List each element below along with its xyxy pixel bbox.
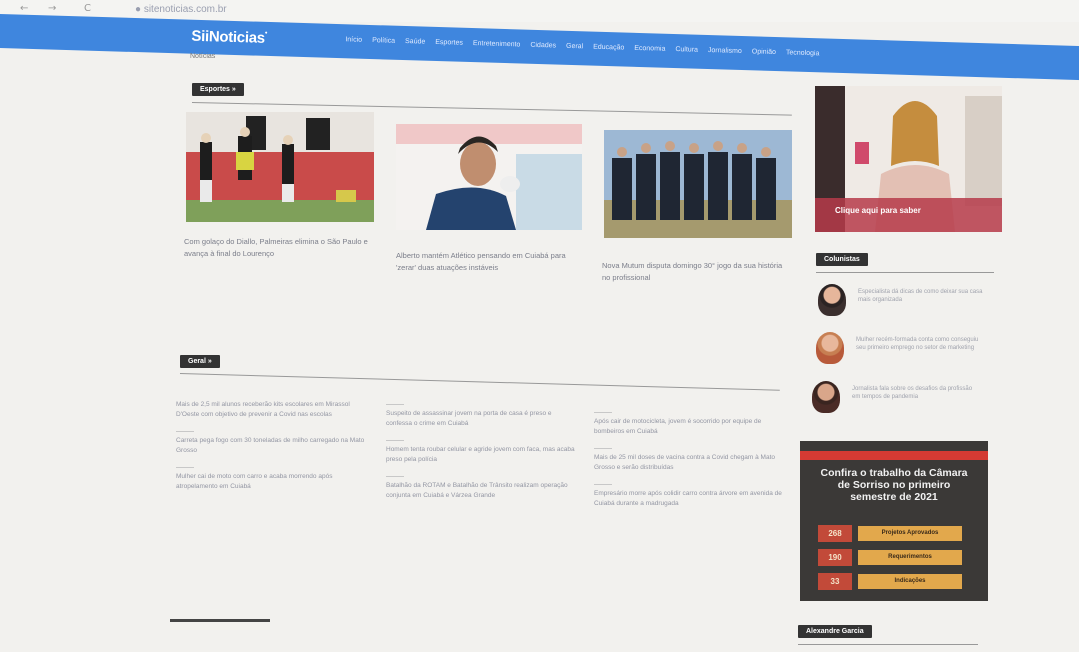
columnist-headline[interactable]: Especialista dá dicas de como deixar sua… [858,288,986,304]
news-photo-palmeiras[interactable] [186,112,374,222]
ad-caption[interactable]: Clique aqui para saber [835,206,921,215]
news-headline[interactable]: Empresário morre após colidir carro cont… [594,489,784,508]
list-item[interactable]: Homem tenta roubar celular e agride jove… [386,440,576,464]
menu-item[interactable]: Geral [566,43,583,51]
date-line [386,476,404,477]
section-bottom-bar [170,619,270,622]
list-item[interactable]: Suspeito de assassinar jovem na porta de… [386,404,576,428]
date-line [176,467,194,468]
logo-mark: • [264,29,268,37]
promo-row: 33 Indicações [818,573,968,590]
site-logo[interactable]: SiiNoticias• [191,28,267,47]
promo-accent-band [800,451,988,460]
section-divider [798,644,978,645]
news-headline[interactable]: Alberto mantém Atlético pensando em Cuia… [396,250,576,274]
reload-icon[interactable]: C [84,3,91,14]
date-line [386,404,404,405]
logo-text: SiiNoticias [191,27,266,47]
promo-count: 268 [818,525,852,542]
menu-item[interactable]: Jornalismo [708,47,742,55]
news-headline[interactable]: Mais de 25 mil doses de vacina contra a … [594,453,784,472]
news-headline[interactable]: Nova Mutum disputa domingo 30° jogo da s… [602,260,788,284]
columnist-headline[interactable]: Jornalista fala sobre os desafios da pro… [852,385,980,401]
news-photo-team[interactable] [604,130,792,238]
avatar [812,381,840,413]
section-divider [179,373,780,391]
avatar [816,332,844,364]
columnist-headline[interactable]: Mulher recém-formada conta como consegui… [856,336,984,352]
list-item[interactable]: Mais de 2,5 mil alunos receberão kits es… [176,400,366,419]
menu-item[interactable]: Esportes [435,39,463,47]
section-label-colunistas[interactable]: Colunistas [816,253,868,266]
forward-icon[interactable]: → [48,3,56,14]
news-photo-coach[interactable] [396,124,582,230]
news-headline[interactable]: Batalhão da ROTAM e Batalhão de Trânsito… [386,481,576,500]
date-line [594,484,612,485]
back-icon[interactable]: ← [20,3,28,14]
list-item[interactable]: Após cair de motocicleta, jovem é socorr… [594,412,784,436]
section-divider [816,272,994,273]
news-headline[interactable]: Homem tenta roubar celular e agride jove… [386,445,576,464]
section-label-esportes[interactable]: Esportes » [192,83,244,96]
promo-box[interactable]: Confira o trabalho da Câmara de Sorriso … [800,441,988,601]
geral-column: Suspeito de assassinar jovem na porta de… [386,404,576,512]
main-menu: Início Política Saúde Esportes Entreteni… [345,36,819,57]
menu-item[interactable]: Tecnologia [786,49,820,57]
section-label-columnist[interactable]: Alexandre Garcia [798,625,872,638]
date-line [594,448,612,449]
date-line [594,412,612,413]
promo-row: 190 Requerimentos [818,549,968,566]
news-headline[interactable]: Com golaço do Diallo, Palmeiras elimina … [184,236,374,260]
top-navigation-bar: SiiNoticias• Início Política Saúde Espor… [0,14,1079,82]
address-bar[interactable]: ● sitenoticias.com.br [135,4,227,15]
menu-item[interactable]: Política [372,37,395,45]
date-line [176,431,194,432]
promo-title: Confira o trabalho da Câmara de Sorriso … [820,467,968,503]
list-item[interactable]: Mais de 25 mil doses de vacina contra a … [594,448,784,472]
menu-item[interactable]: Economia [634,45,665,53]
list-item[interactable]: Mulher cai de moto com carro e acaba mor… [176,467,366,491]
menu-item[interactable]: Educação [593,44,624,52]
news-headline[interactable]: Carreta pega fogo com 30 toneladas de mi… [176,436,366,455]
menu-item[interactable]: Entretenimento [473,40,521,48]
ad-banner[interactable]: Clique aqui para saber [815,86,1002,232]
news-headline[interactable]: Mais de 2,5 mil alunos receberão kits es… [176,400,366,419]
date-line [386,440,404,441]
menu-item[interactable]: Início [345,36,362,43]
menu-item[interactable]: Cultura [675,46,698,54]
list-item[interactable]: Carreta pega fogo com 30 toneladas de mi… [176,431,366,455]
promo-count: 33 [818,573,852,590]
menu-item[interactable]: Opinião [752,48,776,56]
list-item[interactable]: Batalhão da ROTAM e Batalhão de Trânsito… [386,476,576,500]
promo-button[interactable]: Indicações [858,574,962,589]
menu-item[interactable]: Saúde [405,38,425,46]
promo-row: 268 Projetos Aprovados [818,525,968,542]
promo-button[interactable]: Requerimentos [858,550,962,565]
list-item[interactable]: Empresário morre após colidir carro cont… [594,484,784,508]
news-headline[interactable]: Após cair de motocicleta, jovem é socorr… [594,417,784,436]
avatar [818,284,846,316]
promo-count: 190 [818,549,852,566]
geral-column: Após cair de motocicleta, jovem é socorr… [594,412,784,520]
site-subtitle: Notícias [190,53,216,60]
news-headline[interactable]: Mulher cai de moto com carro e acaba mor… [176,472,366,491]
section-label-geral[interactable]: Geral » [180,355,220,368]
menu-item[interactable]: Cidades [530,42,556,50]
promo-button[interactable]: Projetos Aprovados [858,526,962,541]
news-headline[interactable]: Suspeito de assassinar jovem na porta de… [386,409,576,428]
geral-column: Mais de 2,5 mil alunos receberão kits es… [176,400,366,503]
